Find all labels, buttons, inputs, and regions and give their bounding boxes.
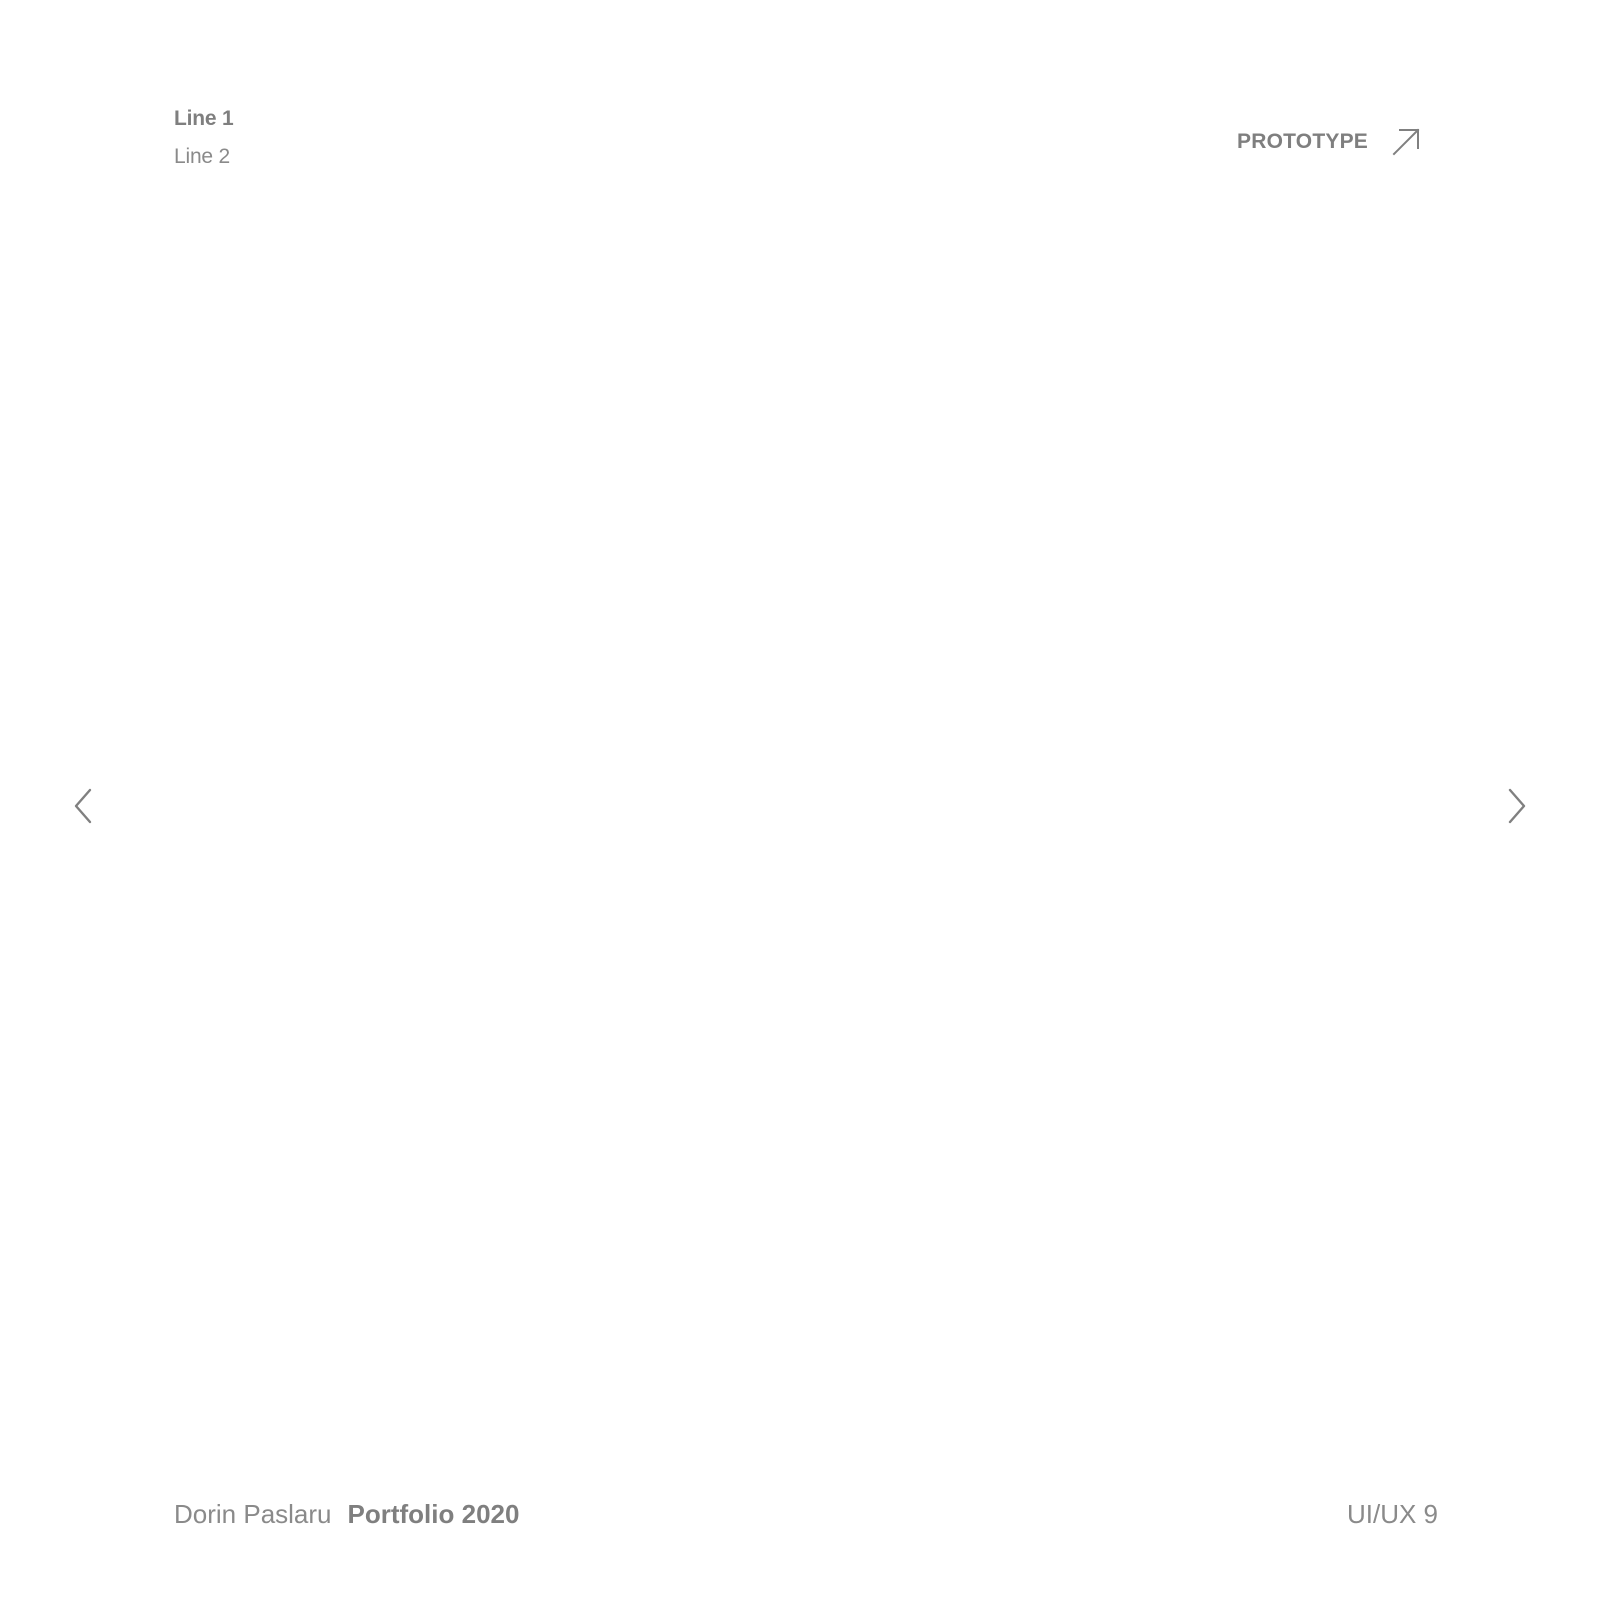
portfolio-title: Portfolio 2020 <box>347 1499 520 1529</box>
header-line-2: Line 2 <box>174 145 231 168</box>
arrow-up-right-icon <box>1392 128 1420 156</box>
previous-slide-button[interactable] <box>72 786 96 826</box>
prototype-link[interactable]: PROTOTYPE <box>1237 128 1420 156</box>
chevron-right-icon <box>1504 788 1528 830</box>
header-line-1: Line 1 <box>174 107 234 130</box>
prototype-label: PROTOTYPE <box>1237 130 1368 153</box>
chevron-left-icon <box>72 788 96 830</box>
footer-credits: Dorin Paslaru Portfolio 2020 <box>174 1498 519 1530</box>
header-lines: Line 1 Line 2 <box>174 106 234 170</box>
author-name: Dorin Paslaru <box>174 1499 332 1529</box>
page-label: UI/UX 9 <box>1346 1499 1438 1529</box>
portfolio-page: Line 1 Line 2 PROTOTYPE Dorin Paslaru Po… <box>0 0 1600 1600</box>
next-slide-button[interactable] <box>1504 786 1528 826</box>
